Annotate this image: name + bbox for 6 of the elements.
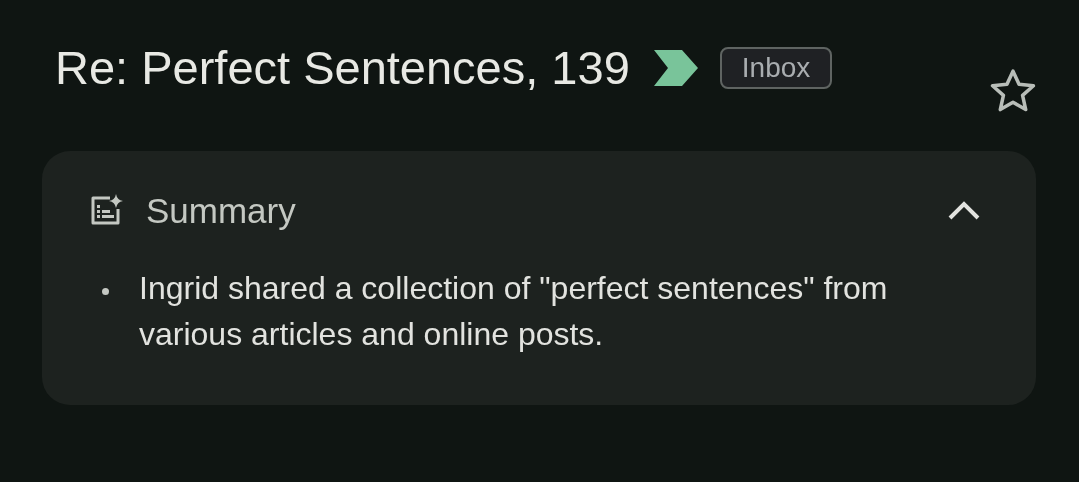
email-subject: Re: Perfect Sentences, 139 bbox=[55, 40, 630, 96]
label-chip[interactable]: Inbox bbox=[719, 47, 833, 89]
summary-heading: Summary bbox=[146, 190, 297, 232]
summary-text: Ingrid shared a collection of "perfect sentences" from various articles and online posts. bbox=[139, 269, 889, 354]
importance-marker-icon[interactable] bbox=[653, 50, 698, 86]
chevron-icon bbox=[947, 201, 981, 221]
